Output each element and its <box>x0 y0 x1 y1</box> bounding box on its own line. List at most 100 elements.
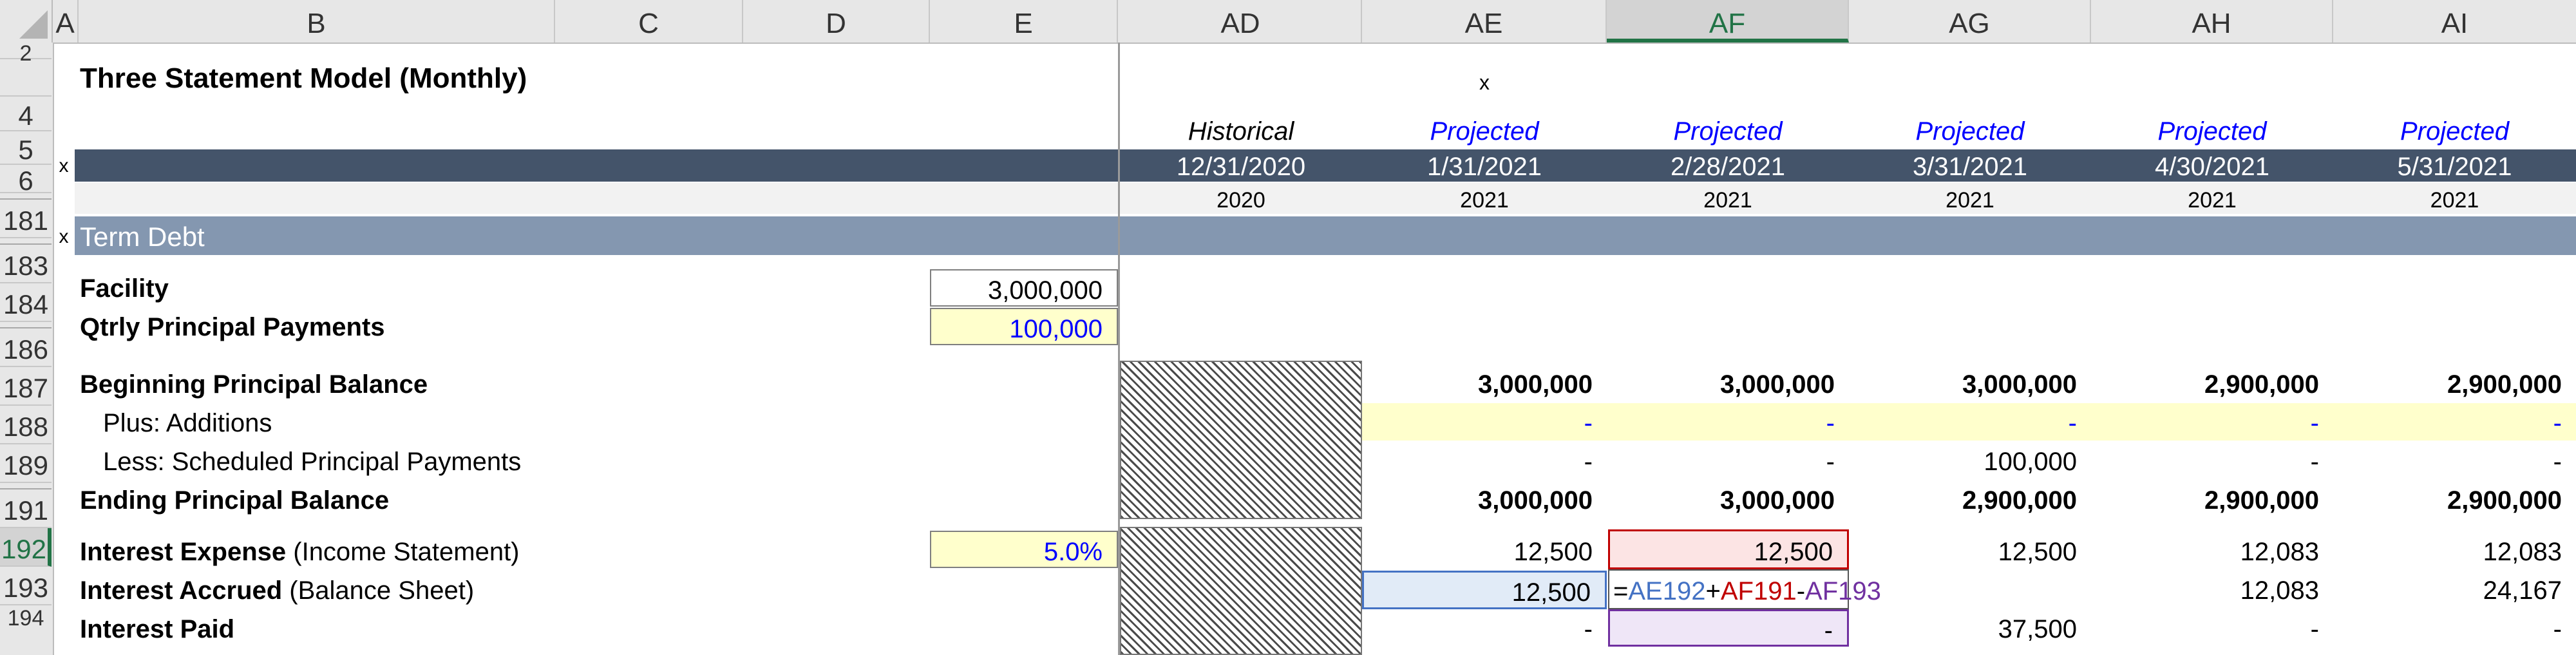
qtrly-payment-input-cell[interactable]: 100,000 <box>930 308 1118 345</box>
period-year[interactable]: 2021 <box>1362 185 1607 214</box>
period-date[interactable]: 5/31/2021 <box>2333 149 2576 182</box>
active-cell-formula-editor[interactable]: =AE192+AF191-AF193 <box>1608 569 1881 609</box>
column-header-ag[interactable]: AG <box>1849 0 2091 43</box>
column-header-a[interactable]: A <box>53 0 79 43</box>
row-header-192[interactable]: 192 <box>0 528 52 567</box>
value-cell[interactable]: - <box>2091 609 2333 648</box>
value-cell[interactable]: 12,083 <box>2091 571 2333 609</box>
row-header-193[interactable]: 193 <box>0 567 52 605</box>
column-header-ad[interactable]: AD <box>1120 0 1362 43</box>
section-title[interactable]: Term Debt <box>80 216 205 255</box>
row-header-3[interactable] <box>0 59 52 97</box>
row-header-191[interactable]: 191 <box>0 489 52 528</box>
value-cell[interactable]: 12,083 <box>2091 532 2333 571</box>
column-header-b[interactable]: B <box>79 0 555 43</box>
value-cell[interactable]: - <box>2091 442 2333 480</box>
row-header-188[interactable]: 188 <box>0 406 52 444</box>
row-header-4[interactable]: 4 <box>0 97 52 131</box>
row-header-2[interactable]: 2 <box>0 43 52 64</box>
facility-input-cell[interactable]: 3,000,000 <box>930 269 1118 307</box>
row-label-qtrly-payments[interactable]: Qtrly Principal Payments <box>80 307 385 345</box>
period-date[interactable]: 3/31/2021 <box>1849 149 2091 182</box>
value-cell[interactable]: 2,900,000 <box>1849 480 2091 519</box>
status-label[interactable]: Projected <box>2333 115 2576 148</box>
marker-x[interactable]: x <box>53 152 75 180</box>
value-cell[interactable]: 3,000,000 <box>1362 365 1607 403</box>
period-date[interactable]: 4/30/2021 <box>2091 149 2333 182</box>
column-header-ah[interactable]: AH <box>2091 0 2333 43</box>
row-label-ending-balance[interactable]: Ending Principal Balance <box>80 480 389 519</box>
input-cell[interactable]: - <box>1362 403 1607 442</box>
value-cell[interactable]: 2,900,000 <box>2333 480 2576 519</box>
value-cell[interactable]: 3,000,000 <box>1849 365 2091 403</box>
row-label-interest-expense[interactable]: Interest Expense (Income Statement) <box>80 532 520 571</box>
value-cell[interactable]: - <box>1362 609 1607 648</box>
input-cell[interactable]: - <box>1607 403 1849 442</box>
row-header-187[interactable]: 187 <box>0 367 52 406</box>
row-header-186[interactable]: 186 <box>0 328 52 367</box>
row-header-194[interactable]: 194 <box>0 605 52 655</box>
row-label-beginning-balance[interactable]: Beginning Principal Balance <box>80 365 428 403</box>
label-rest-part: (Balance Sheet) <box>282 576 475 605</box>
value-cell[interactable]: 12,500 <box>1849 532 2091 571</box>
period-date[interactable]: 2/28/2021 <box>1607 149 1849 182</box>
row-label-additions[interactable]: Plus: Additions <box>103 403 272 442</box>
value-cell[interactable]: 37,500 <box>1849 609 2091 648</box>
row-header-5[interactable]: 5 <box>0 131 52 165</box>
column-header-af[interactable]: AF <box>1607 0 1849 43</box>
period-date[interactable]: 12/31/2020 <box>1120 149 1362 182</box>
period-year[interactable]: 2021 <box>1607 185 1849 214</box>
column-header-e[interactable]: E <box>930 0 1118 43</box>
value-cell[interactable]: - <box>1362 442 1607 480</box>
value-cell[interactable]: 2,900,000 <box>2091 480 2333 519</box>
column-header-ae[interactable]: AE <box>1362 0 1607 43</box>
value-cell[interactable]: - <box>2333 442 2576 480</box>
period-year[interactable]: 2021 <box>2091 185 2333 214</box>
period-year[interactable]: 2020 <box>1120 185 1362 214</box>
input-cell[interactable]: - <box>2091 403 2333 442</box>
row-header-189[interactable]: 189 <box>0 444 52 483</box>
value-cell[interactable]: 100,000 <box>1849 442 2091 480</box>
row-label-interest-paid[interactable]: Interest Paid <box>80 609 234 648</box>
row-label-facility[interactable]: Facility <box>80 268 169 307</box>
formula-ref-cell-af191[interactable]: 12,500 <box>1608 529 1849 569</box>
value-cell[interactable]: 2,900,000 <box>2333 365 2576 403</box>
value-cell[interactable]: 3,000,000 <box>1607 365 1849 403</box>
value-cell[interactable]: 3,000,000 <box>1362 480 1607 519</box>
formula-ref-af191: AF191 <box>1720 577 1797 605</box>
status-label[interactable]: Historical <box>1120 115 1362 148</box>
value-cell[interactable]: - <box>2333 609 2576 648</box>
formula-ref-cell-ae192[interactable]: 12,500 <box>1362 571 1607 609</box>
period-date[interactable]: 1/31/2021 <box>1362 149 1607 182</box>
value-cell[interactable]: 12,500 <box>1362 532 1607 571</box>
marker-x[interactable]: x <box>1362 70 1607 95</box>
value-cell[interactable]: - <box>1607 442 1849 480</box>
row-label-interest-accrued[interactable]: Interest Accrued (Balance Sheet) <box>80 571 474 609</box>
interest-rate-input-cell[interactable]: 5.0% <box>930 531 1118 568</box>
input-cell[interactable]: - <box>1849 403 2091 442</box>
select-all-corner[interactable] <box>0 0 53 43</box>
value-cell[interactable]: 2,900,000 <box>2091 365 2333 403</box>
value-cell[interactable]: 3,000,000 <box>1607 480 1849 519</box>
status-label[interactable]: Projected <box>1607 115 1849 148</box>
status-label[interactable]: Projected <box>1849 115 2091 148</box>
row-header-181[interactable]: 181 <box>0 200 52 238</box>
period-year[interactable]: 2021 <box>2333 185 2576 214</box>
column-header-c[interactable]: C <box>555 0 743 43</box>
formula-ref-ae192: AE192 <box>1628 577 1706 605</box>
value-cell[interactable]: 24,167 <box>2333 571 2576 609</box>
row-header-6[interactable]: 6 <box>0 165 52 196</box>
row-label-scheduled-payments[interactable]: Less: Scheduled Principal Payments <box>103 442 521 480</box>
column-header-ai[interactable]: AI <box>2333 0 2576 43</box>
status-label[interactable]: Projected <box>1362 115 1607 148</box>
input-cell[interactable]: - <box>2333 403 2576 442</box>
value-cell[interactable]: 12,083 <box>2333 532 2576 571</box>
formula-ref-cell-af193[interactable]: - <box>1608 609 1849 647</box>
column-header-d[interactable]: D <box>743 0 930 43</box>
row-header-183[interactable]: 183 <box>0 245 52 283</box>
period-year[interactable]: 2021 <box>1849 185 2091 214</box>
marker-x[interactable]: x <box>53 223 75 251</box>
row-header-184[interactable]: 184 <box>0 283 52 322</box>
status-label[interactable]: Projected <box>2091 115 2333 148</box>
sheet-title[interactable]: Three Statement Model (Monthly) <box>80 59 527 98</box>
